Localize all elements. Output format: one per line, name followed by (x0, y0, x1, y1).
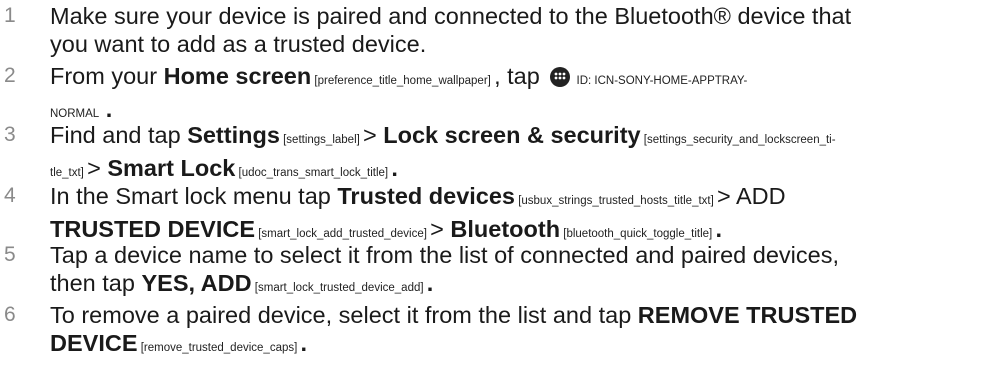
trusted-devices-id: [usbux_strings_trusted_hosts_title_txt] (515, 195, 717, 207)
bluetooth-term: Bluetooth (450, 216, 561, 242)
yes-add-term: YES, ADD (141, 270, 252, 296)
bluetooth-id: [bluetooth_quick_toggle_title] (560, 228, 716, 240)
home-screen-id: [preference_title_home_wallpaper] (311, 75, 495, 87)
add-term-line-1: ADD (735, 183, 786, 209)
step-2-mid: , tap (494, 63, 547, 89)
add-trusted-id: [smart_lock_add_trusted_device] (255, 228, 431, 240)
step-6-pre: To remove a paired device, select it fro… (50, 302, 638, 328)
separator: > (87, 155, 108, 181)
remove-id: [remove_trusted_device_caps] (137, 342, 301, 354)
step-text: From your Home screen [preference_title_… (50, 62, 978, 128)
step-6-end: . (300, 330, 308, 356)
app-tray-id-2: NORMAL (50, 108, 100, 120)
settings-term: Settings (187, 122, 280, 148)
step-number: 2 (4, 64, 16, 87)
lock-screen-term: Lock screen & security (383, 122, 641, 148)
step-text: In the Smart lock menu tap Trusted devic… (50, 182, 978, 248)
step-text: To remove a paired device, select it fro… (50, 301, 978, 362)
remove-term-line-2: DEVICE (50, 330, 138, 356)
step-5-line-1: Tap a device name to select it from the … (50, 242, 839, 268)
step-text: Find and tap Settings [settings_label] >… (50, 121, 978, 187)
instruction-steps: 1 Make sure your device is paired and co… (0, 0, 984, 390)
step-1-line-2: you want to add as a trusted device. (50, 31, 427, 57)
step-2-pre: From your (50, 63, 164, 89)
step-number: 5 (4, 243, 16, 266)
step-5-end: . (426, 270, 434, 296)
trusted-devices-term: Trusted devices (337, 183, 515, 209)
app-tray-id-1: ID: ICN-SONY-HOME-APPTRAY- (573, 75, 748, 87)
separator: > (717, 183, 736, 209)
step-3-end: . (391, 155, 398, 181)
step-1-line-1: Make sure your device is paired and conn… (50, 3, 852, 29)
step-3-pre: Find and tap (50, 122, 188, 148)
smart-lock-id: [udoc_trans_smart_lock_title] (235, 167, 392, 179)
separator: > (430, 216, 451, 242)
separator: > (363, 122, 384, 148)
step-number: 6 (4, 303, 16, 326)
step-number: 4 (4, 184, 16, 207)
smart-lock-term: Smart Lock (107, 155, 236, 181)
home-screen-term: Home screen (163, 63, 312, 89)
remove-term-line-1: REMOVE TRUSTED (637, 302, 858, 328)
app-tray-icon (550, 67, 571, 87)
step-4-pre: In the Smart lock menu tap (50, 183, 338, 209)
add-term-line-2: TRUSTED DEVICE (50, 216, 255, 242)
yes-add-id: [smart_lock_trusted_device_add] (251, 282, 427, 294)
step-number: 3 (4, 123, 16, 146)
step-4-end: . (715, 216, 722, 242)
step-number: 1 (4, 4, 16, 27)
settings-id: [settings_label] (279, 134, 364, 146)
lock-screen-id-2: tle_txt] (50, 167, 88, 179)
step-5-pre: then tap (50, 270, 142, 296)
step-2-end: . (99, 96, 113, 122)
lock-screen-id-1: [settings_security_and_lockscreen_ti- (640, 134, 836, 146)
step-text: Tap a device name to select it from the … (50, 241, 978, 302)
step-text: Make sure your device is paired and conn… (50, 2, 978, 58)
